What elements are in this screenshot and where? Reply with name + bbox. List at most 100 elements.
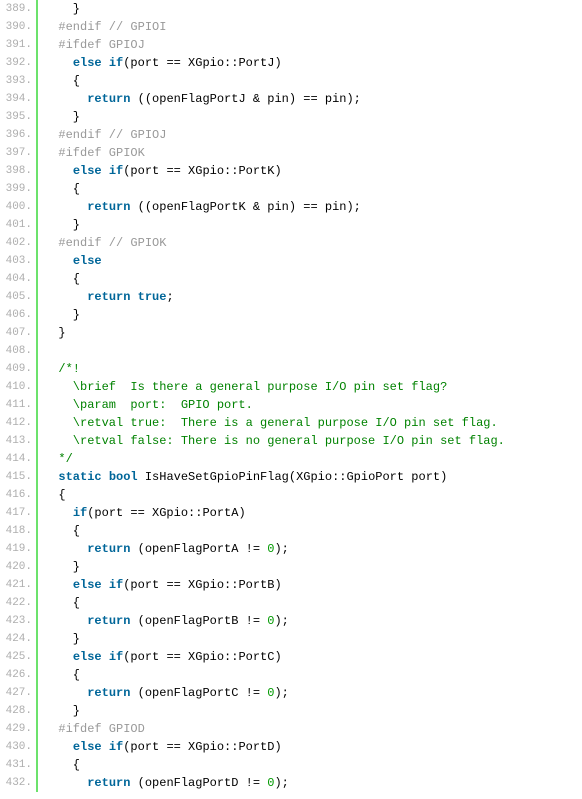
token-kw: if [109, 650, 123, 664]
token-kw: return [87, 776, 130, 790]
code-line: 403. else [0, 252, 582, 270]
line-number: 410. [0, 378, 38, 396]
line-number: 407. [0, 324, 38, 342]
code-line: 413. \retval false: There is no general … [0, 432, 582, 450]
code-text: #ifdef GPIOJ [38, 36, 145, 54]
code-text: return (openFlagPortD != 0); [38, 774, 289, 792]
code-text: { [38, 180, 80, 198]
code-text: return ((openFlagPortJ & pin) == pin); [38, 90, 361, 108]
line-number: 405. [0, 288, 38, 306]
line-number: 394. [0, 90, 38, 108]
token-kw: else [73, 164, 102, 178]
token-plain: ((openFlagPortK & pin) == pin); [130, 200, 360, 214]
code-text: #ifdef GPIOK [38, 144, 145, 162]
code-line: 422. { [0, 594, 582, 612]
code-text: return (openFlagPortB != 0); [38, 612, 289, 630]
token-plain: { [44, 668, 80, 682]
code-line: 419. return (openFlagPortA != 0); [0, 540, 582, 558]
line-number: 398. [0, 162, 38, 180]
code-line: 396. #endif // GPIOJ [0, 126, 582, 144]
code-line: 399. { [0, 180, 582, 198]
code-text: } [38, 216, 80, 234]
code-text: else if(port == XGpio::PortD) [38, 738, 282, 756]
token-kw: if [109, 740, 123, 754]
code-text: } [38, 0, 80, 18]
code-line: 406. } [0, 306, 582, 324]
code-line: 398. else if(port == XGpio::PortK) [0, 162, 582, 180]
code-text: return ((openFlagPortK & pin) == pin); [38, 198, 361, 216]
code-text: else if(port == XGpio::PortK) [38, 162, 282, 180]
code-text: #endif // GPIOK [38, 234, 166, 252]
token-plain: (openFlagPortA != [130, 542, 267, 556]
code-line: 414. */ [0, 450, 582, 468]
token-plain [44, 200, 87, 214]
token-plain [102, 56, 109, 70]
token-comment: \retval true: There is a general purpose… [44, 416, 498, 430]
token-plain: (openFlagPortC != [130, 686, 267, 700]
code-line: 423. return (openFlagPortB != 0); [0, 612, 582, 630]
code-line: 420. } [0, 558, 582, 576]
token-kw: bool [109, 470, 138, 484]
code-text: { [38, 666, 80, 684]
token-plain: IsHaveSetGpioPinFlag(XGpio::GpioPort por… [138, 470, 448, 484]
code-line: 394. return ((openFlagPortJ & pin) == pi… [0, 90, 582, 108]
code-text: else if(port == XGpio::PortB) [38, 576, 282, 594]
code-text: */ [38, 450, 73, 468]
token-plain: ; [166, 290, 173, 304]
token-plain: (port == XGpio::PortA) [87, 506, 245, 520]
token-plain: } [44, 218, 80, 232]
line-number: 408. [0, 342, 38, 360]
token-plain [44, 578, 73, 592]
token-kw: if [109, 578, 123, 592]
code-text: #endif // GPIOJ [38, 126, 166, 144]
token-plain: ); [274, 614, 288, 628]
code-line: 424. } [0, 630, 582, 648]
line-number: 420. [0, 558, 38, 576]
token-preproc: #endif // GPIOI [44, 20, 166, 34]
token-plain [44, 614, 87, 628]
token-kw: else [73, 56, 102, 70]
token-kw: else [73, 650, 102, 664]
code-text [38, 342, 66, 360]
code-text: /*! [38, 360, 80, 378]
code-text: } [38, 324, 66, 342]
token-plain: (openFlagPortD != [130, 776, 267, 790]
line-number: 406. [0, 306, 38, 324]
code-text: \brief Is there a general purpose I/O pi… [38, 378, 447, 396]
token-plain: (port == XGpio::PortC) [123, 650, 281, 664]
code-line: 408. [0, 342, 582, 360]
token-plain [44, 506, 73, 520]
code-line: 425. else if(port == XGpio::PortC) [0, 648, 582, 666]
token-plain [102, 164, 109, 178]
line-number: 419. [0, 540, 38, 558]
token-plain: ); [274, 542, 288, 556]
token-comment: */ [44, 452, 73, 466]
token-kw: return [87, 542, 130, 556]
code-line: 400. return ((openFlagPortK & pin) == pi… [0, 198, 582, 216]
token-preproc: #endif // GPIOJ [44, 128, 166, 142]
token-plain [102, 578, 109, 592]
token-kw: else [73, 740, 102, 754]
line-number: 414. [0, 450, 38, 468]
code-line: 431. { [0, 756, 582, 774]
line-number: 416. [0, 486, 38, 504]
code-line: 427. return (openFlagPortC != 0); [0, 684, 582, 702]
code-line: 428. } [0, 702, 582, 720]
token-comment: \retval false: There is no general purpo… [44, 434, 505, 448]
line-number: 431. [0, 756, 38, 774]
token-kw: if [73, 506, 87, 520]
token-plain: } [44, 308, 80, 322]
line-number: 427. [0, 684, 38, 702]
token-plain: { [44, 488, 66, 502]
code-line: 432. return (openFlagPortD != 0); [0, 774, 582, 792]
token-plain: } [44, 704, 80, 718]
line-number: 421. [0, 576, 38, 594]
token-plain [130, 290, 137, 304]
code-line: 409. /*! [0, 360, 582, 378]
line-number: 390. [0, 18, 38, 36]
token-plain [44, 344, 66, 358]
code-line: 415. static bool IsHaveSetGpioPinFlag(XG… [0, 468, 582, 486]
line-number: 429. [0, 720, 38, 738]
code-text: else if(port == XGpio::PortC) [38, 648, 282, 666]
code-line: 418. { [0, 522, 582, 540]
